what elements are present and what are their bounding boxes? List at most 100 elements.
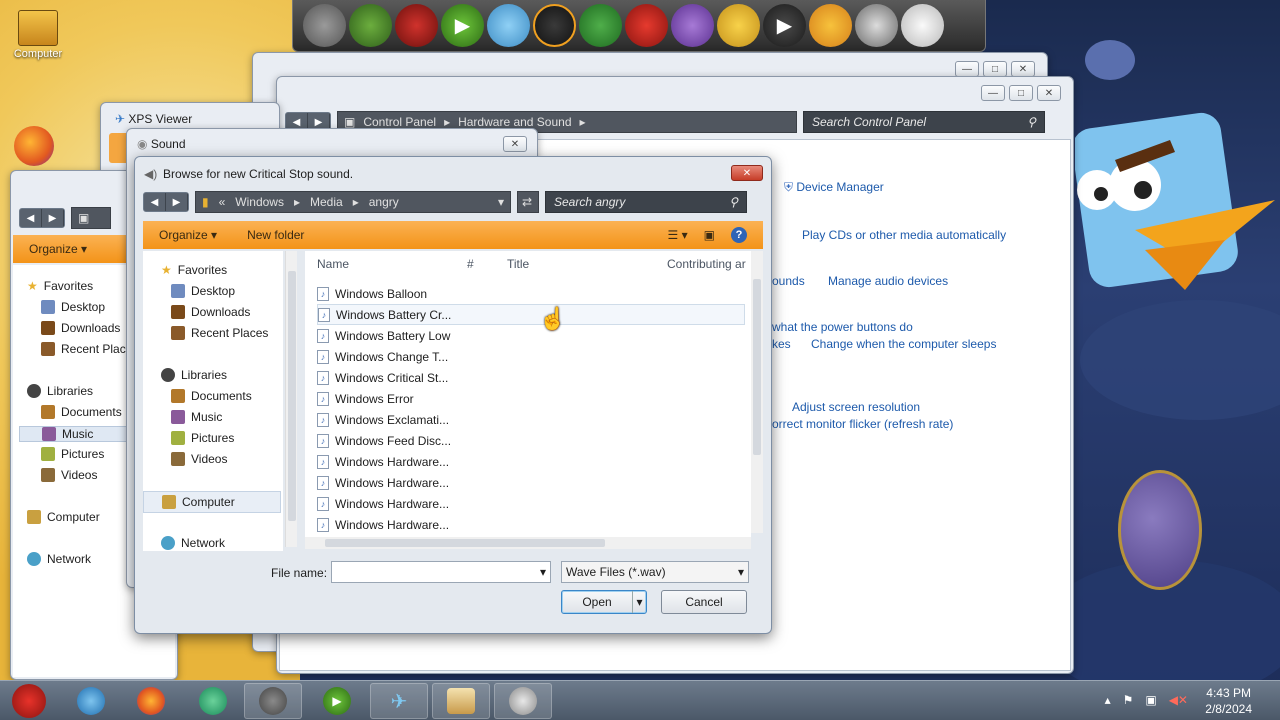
open-button[interactable]: Open ▾ (561, 590, 647, 614)
tree-desktop[interactable]: Desktop (171, 284, 235, 298)
address-bar[interactable]: ▣ (71, 207, 111, 229)
file-row[interactable]: ♪ Windows Critical St... (317, 367, 745, 388)
file-row[interactable]: ♪ Windows Hardware... (317, 451, 745, 472)
dialog-search[interactable]: Search angry ⚲ (545, 191, 747, 213)
file-list-vscrollbar[interactable] (751, 251, 763, 533)
file-type-select[interactable]: Wave Files (*.wav) ▾ (561, 561, 749, 583)
green-bird-icon[interactable] (579, 4, 622, 47)
computer-sleeps-link[interactable]: Change when the computer sleeps (811, 337, 996, 351)
volume-muted-icon[interactable]: ◀✕ (1169, 693, 1188, 707)
wakes-link[interactable]: kes (772, 337, 791, 351)
play-cds-link[interactable]: Play CDs or other media automatically (802, 228, 1006, 242)
taskbar-messenger[interactable] (184, 683, 242, 719)
nav-network[interactable]: Network (27, 552, 91, 566)
file-row[interactable]: ♪ Windows Feed Disc... (317, 430, 745, 451)
column-contributing-artists[interactable]: Contributing ar (667, 257, 751, 271)
column-number[interactable]: # (467, 257, 474, 271)
column-title[interactable]: Title (507, 257, 529, 271)
nav-libraries[interactable]: Libraries (27, 384, 93, 398)
nav-pictures[interactable]: Pictures (41, 447, 104, 461)
file-row[interactable]: ♪ Windows Hardware... (317, 493, 745, 514)
purple-bird-icon[interactable] (671, 4, 714, 47)
astronaut-icon[interactable] (855, 4, 898, 47)
breadcrumb-media[interactable]: Media (310, 195, 343, 209)
play-icon[interactable]: ▶ (441, 4, 484, 47)
nav-computer[interactable]: Computer (27, 510, 100, 524)
close-button[interactable]: ✕ (1011, 61, 1035, 77)
nav-desktop[interactable]: Desktop (41, 300, 105, 314)
address-bar[interactable]: ▮ « Windows ▸ Media ▸ angry ▾ (195, 191, 511, 213)
tree-favorites[interactable]: ★ Favorites (161, 263, 227, 277)
close-button[interactable]: ✕ (731, 165, 763, 181)
nav-downloads[interactable]: Downloads (41, 321, 120, 335)
scrollbar-thumb[interactable] (325, 539, 605, 547)
flag-icon[interactable]: ⚑ (1123, 693, 1134, 707)
scrollbar-thumb[interactable] (288, 271, 296, 521)
power-buttons-link[interactable]: what the power buttons do (772, 320, 913, 334)
maximize-button[interactable]: □ (983, 61, 1007, 77)
organize-button[interactable]: Organize ▾ (29, 242, 87, 256)
network-icon[interactable]: ▣ (1145, 693, 1156, 707)
firefox-desktop-icon[interactable] (14, 126, 58, 166)
nav-recent-places[interactable]: Recent Places (41, 342, 138, 356)
forward-button[interactable]: ▶ (42, 209, 64, 227)
chevron-down-icon[interactable]: ▾ (540, 565, 546, 579)
nav-favorites[interactable]: ★ Favorites (27, 279, 93, 293)
tree-libraries[interactable]: Libraries (161, 368, 227, 382)
organize-button[interactable]: Organize ▾ (159, 228, 217, 242)
file-row[interactable]: ♪ Windows Hardware... (317, 472, 745, 493)
file-row[interactable]: ♪ Windows Change T... (317, 346, 745, 367)
blue-bird-icon[interactable] (487, 4, 530, 47)
tree-network[interactable]: Network (161, 536, 225, 550)
tree-scrollbar[interactable] (285, 251, 297, 547)
monitor-flicker-link[interactable]: orrect monitor flicker (refresh rate) (772, 417, 953, 431)
red-bird-icon[interactable] (625, 4, 668, 47)
file-row[interactable]: ♪ Windows Error (317, 388, 745, 409)
open-split-arrow[interactable]: ▾ (632, 591, 646, 613)
maximize-button[interactable]: □ (1009, 85, 1033, 101)
control-panel-search[interactable]: Search Control Panel ⚲ (803, 111, 1045, 133)
tree-videos[interactable]: Videos (171, 452, 227, 466)
breadcrumb-control-panel[interactable]: Control Panel (363, 115, 436, 129)
moon-icon[interactable] (303, 4, 346, 47)
back-button[interactable]: ◀ (144, 193, 166, 211)
taskbar-sound[interactable] (494, 683, 552, 719)
taskbar-control-panel[interactable] (432, 683, 490, 719)
tree-recent-places[interactable]: Recent Places (171, 326, 268, 340)
clock[interactable]: 4:43 PM 2/8/2024 (1205, 685, 1252, 717)
tree-pictures[interactable]: Pictures (171, 431, 234, 445)
refresh-button[interactable]: ⇄ (517, 191, 539, 213)
taskbar-media-player[interactable]: ▶ (308, 683, 366, 719)
manage-audio-link[interactable]: Manage audio devices (828, 274, 948, 288)
file-name-input[interactable]: ▾ (331, 561, 551, 583)
file-list-hscrollbar[interactable] (305, 537, 751, 549)
tree-computer[interactable]: Computer (143, 491, 281, 513)
show-hidden-icons[interactable]: ▴ (1105, 693, 1111, 707)
device-manager-link[interactable]: ⛨ Device Manager (784, 180, 884, 195)
black-bird-icon[interactable] (533, 4, 576, 47)
new-folder-button[interactable]: New folder (247, 228, 304, 242)
minimize-button[interactable]: — (981, 85, 1005, 101)
tree-downloads[interactable]: Downloads (171, 305, 250, 319)
saturn-icon[interactable] (717, 4, 760, 47)
golden-egg-icon[interactable] (809, 4, 852, 47)
breadcrumb-windows[interactable]: Windows (235, 195, 284, 209)
nav-documents[interactable]: Documents (41, 405, 122, 419)
red-virus-icon[interactable] (395, 4, 438, 47)
white-pig-icon[interactable] (901, 4, 944, 47)
scrollbar-thumb[interactable] (753, 279, 761, 455)
computer-desktop-icon[interactable]: Computer (8, 10, 68, 60)
back-button[interactable]: ◀ (20, 209, 42, 227)
start-button[interactable] (0, 683, 58, 719)
sounds-link[interactable]: ounds (772, 274, 805, 288)
forward-button[interactable]: ▶ (166, 193, 188, 211)
file-row[interactable]: ♪ Windows Battery Cr... (317, 304, 745, 325)
taskbar-ie[interactable] (62, 683, 120, 719)
tree-documents[interactable]: Documents (171, 389, 252, 403)
taskbar-explorer[interactable] (244, 683, 302, 719)
tree-music[interactable]: Music (171, 410, 222, 424)
tv-icon[interactable]: ▶ (763, 4, 806, 47)
file-row[interactable]: ♪ Windows Hardware... (317, 514, 745, 535)
close-button[interactable]: ✕ (503, 136, 527, 152)
file-row[interactable]: ♪ Windows Exclamati... (317, 409, 745, 430)
